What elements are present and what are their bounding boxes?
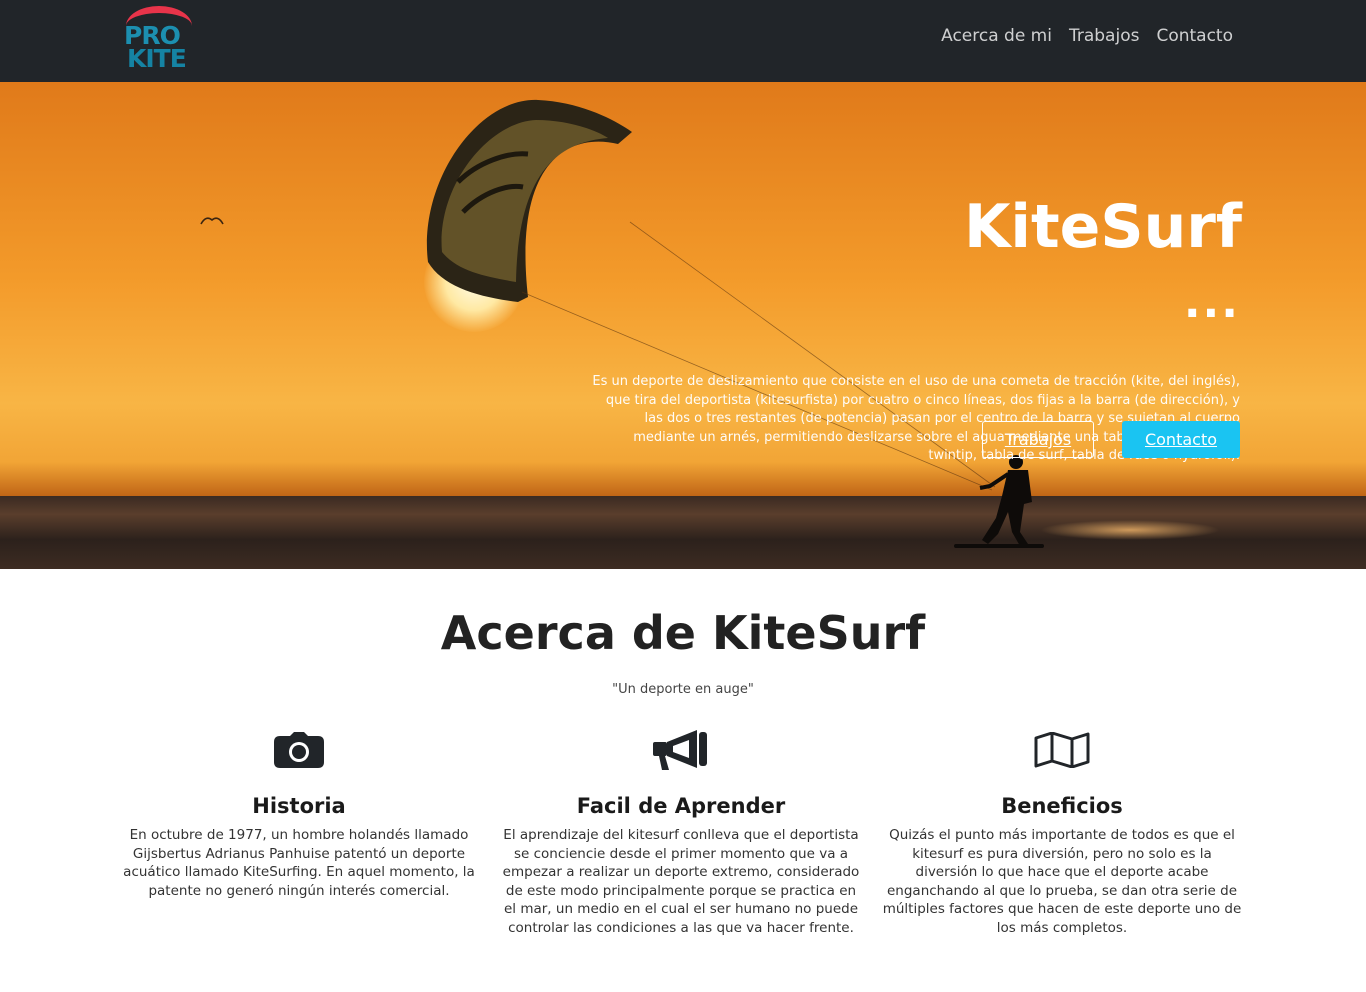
contacto-button[interactable]: Contacto: [1122, 421, 1240, 458]
sea-glint: [1040, 520, 1220, 540]
nav-link-trabajos[interactable]: Trabajos: [1069, 26, 1139, 46]
feature-text: Quizás el punto más importante de todos …: [882, 827, 1242, 936]
feature-facil: Facil de Aprender El aprendizaje del kit…: [498, 730, 864, 938]
about-subtitle: "Un deporte en auge": [612, 682, 754, 697]
feature-title: Historia: [252, 794, 346, 818]
navbar: PRO KITE Acerca de mi Trabajos Contacto: [0, 0, 1366, 82]
nav-link-contacto[interactable]: Contacto: [1156, 26, 1233, 46]
map-icon: [880, 730, 1244, 770]
hero-title: KiteSurf: [963, 192, 1242, 262]
hero-banner: KiteSurf ... Es un deporte de deslizamie…: [0, 82, 1366, 569]
feature-text: En octubre de 1977, un hombre holandés l…: [123, 827, 475, 899]
nav-link-acerca[interactable]: Acerca de mi: [941, 26, 1052, 46]
feature-beneficios: Beneficios Quizás el punto más important…: [880, 730, 1244, 938]
trabajos-button[interactable]: Trabajos: [982, 421, 1094, 458]
feature-title: Facil de Aprender: [576, 794, 786, 818]
feature-text: El aprendizaje del kitesurf conlleva que…: [502, 827, 860, 936]
feature-historia: Historia En octubre de 1977, un hombre h…: [122, 730, 476, 900]
kitesurfer-silhouette: [954, 455, 1044, 548]
bullhorn-icon: [498, 730, 864, 770]
hero-dots: ...: [1183, 277, 1240, 328]
feature-title: Beneficios: [1001, 794, 1123, 818]
camera-icon: [122, 730, 476, 770]
sea: [0, 496, 1366, 569]
main-nav: Acerca de mi Trabajos Contacto: [941, 26, 1233, 46]
logo-line2: KITE: [127, 44, 187, 73]
about-title: Acerca de KiteSurf: [440, 606, 926, 660]
prokite-logo[interactable]: PRO KITE: [122, 4, 202, 76]
